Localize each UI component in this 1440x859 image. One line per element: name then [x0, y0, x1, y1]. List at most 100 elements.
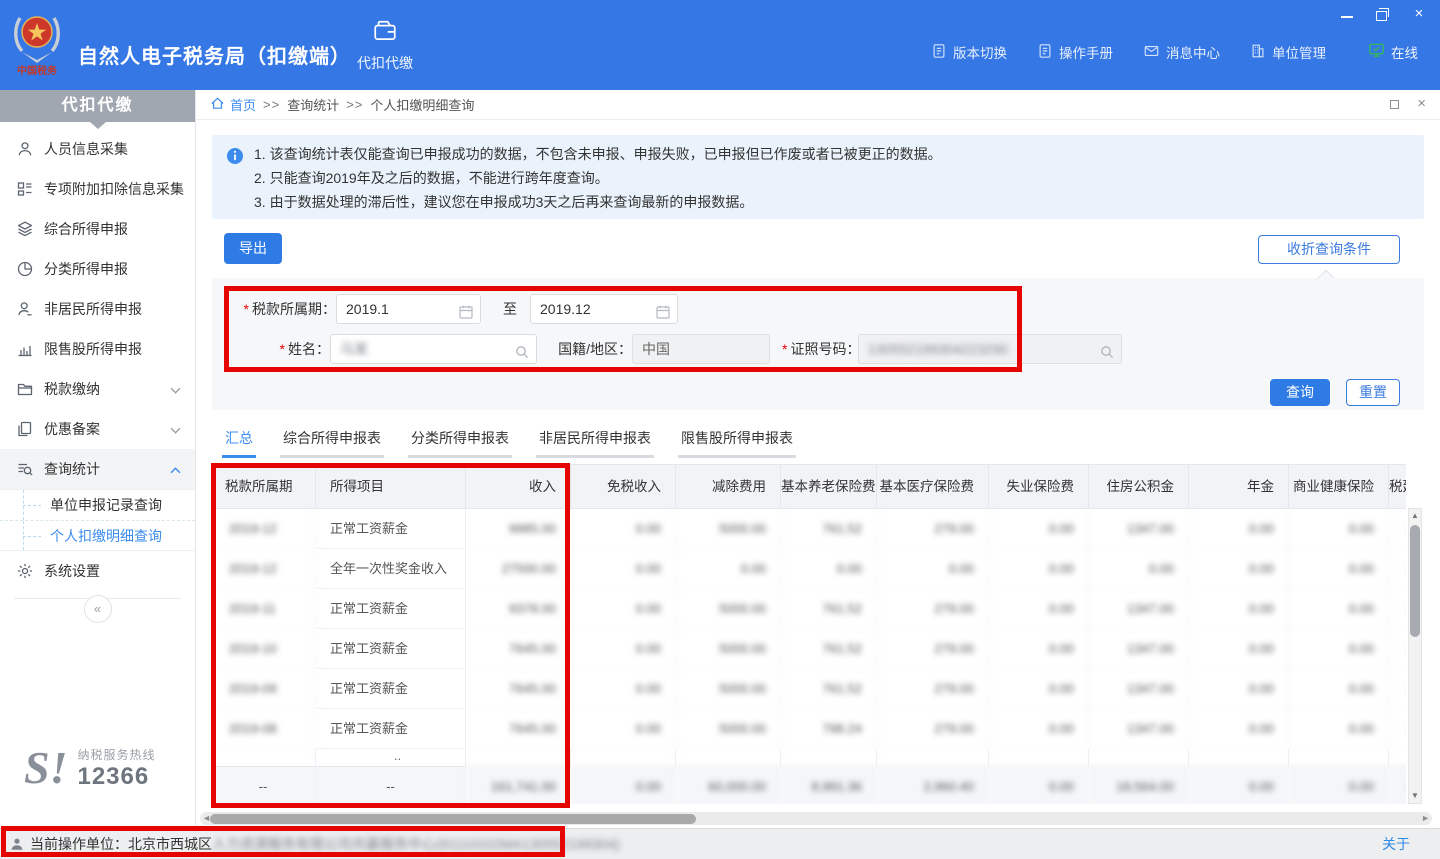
- sidebar-item-3[interactable]: 分类所得申报: [0, 249, 195, 289]
- hotline-glyph: S!: [24, 745, 67, 791]
- table-cell: 279.00: [877, 669, 989, 709]
- table-cell: 761.52: [781, 509, 877, 549]
- sidebar-item-7[interactable]: 优惠备案: [0, 409, 195, 449]
- top-link-2[interactable]: 消息中心: [1143, 42, 1220, 62]
- sidebar-item-0[interactable]: 人员信息采集: [0, 129, 195, 169]
- column-header-5: 基本养老保险费: [781, 465, 877, 508]
- horizontal-scroll-thumb[interactable]: [210, 814, 696, 824]
- horizontal-scrollbar[interactable]: ◄ ►: [200, 812, 1432, 825]
- table-cell: 0.00: [989, 549, 1089, 589]
- sidebar: 代扣代缴 人员信息采集专项附加扣除信息采集综合所得申报分类所得申报非居民所得申报…: [0, 90, 196, 828]
- sidebar-item-2[interactable]: 综合所得申报: [0, 209, 195, 249]
- wallet-icon: [372, 31, 398, 48]
- table-cell: 0.00: [571, 509, 676, 549]
- sidebar-subitem-1[interactable]: 个人扣缴明细查询: [0, 520, 195, 550]
- panel-close-button[interactable]: ×: [1417, 98, 1426, 110]
- table-cell: 1347.00: [1089, 669, 1189, 709]
- sidebar-collapse-button[interactable]: «: [84, 595, 112, 623]
- table-cell: 0.00: [1289, 709, 1389, 749]
- top-link-4[interactable]: 在线: [1368, 42, 1418, 62]
- tab-0[interactable]: 汇总: [222, 422, 256, 458]
- hotline-number: 12366: [77, 763, 155, 791]
- vertical-scrollbar[interactable]: ▲ ▼: [1408, 508, 1422, 804]
- scroll-up-arrow[interactable]: ▲: [1409, 510, 1421, 522]
- window-minimize-button[interactable]: [1340, 8, 1354, 20]
- top-link-0[interactable]: 版本切换: [931, 42, 1007, 62]
- top-link-1[interactable]: 操作手册: [1037, 42, 1113, 62]
- export-button[interactable]: 导出: [224, 233, 282, 264]
- scroll-right-arrow[interactable]: ►: [1421, 812, 1430, 825]
- breadcrumb-home[interactable]: 首页: [210, 95, 256, 114]
- period-end-input[interactable]: 2019.12: [530, 294, 678, 324]
- window-restore-button[interactable]: [1376, 8, 1390, 20]
- about-link[interactable]: 关于: [1382, 834, 1410, 854]
- scroll-down-arrow[interactable]: ▼: [1409, 790, 1421, 802]
- column-header-7: 失业保险费: [989, 465, 1089, 508]
- query-button[interactable]: 查询: [1270, 379, 1330, 406]
- window-close-button[interactable]: ×: [1412, 8, 1426, 20]
- table-cell: 0.00: [1389, 549, 1406, 589]
- table-cell: 9378.00: [466, 589, 571, 629]
- table-cell: 5000.00: [676, 589, 781, 629]
- tab-1[interactable]: 综合所得申报表: [280, 422, 384, 458]
- sidebar-header: 代扣代缴: [0, 90, 195, 122]
- nationality-label: 国籍/地区：: [552, 334, 632, 364]
- name-input[interactable]: 马某: [330, 334, 537, 364]
- vertical-scroll-thumb[interactable]: [1410, 525, 1420, 637]
- top-header: × 中国税务 自然人电子税务局（扣缴端）: [0, 0, 1440, 90]
- name-label: *姓名：: [212, 334, 330, 364]
- module-tab-daikou[interactable]: 代扣代缴: [352, 18, 418, 73]
- table-cell: 2,960.40: [877, 766, 989, 804]
- column-header-0: 税款所属期: [211, 465, 316, 508]
- document-icon: [931, 43, 947, 62]
- table-cell: 60,000.00: [676, 766, 781, 804]
- svg-text:中国税务: 中国税务: [17, 64, 58, 77]
- period-start-input[interactable]: 2019.1: [336, 294, 481, 324]
- tab-2[interactable]: 分类所得申报表: [408, 422, 512, 458]
- sidebar-item-8[interactable]: 查询统计: [0, 449, 195, 489]
- tab-3[interactable]: 非居民所得申报表: [536, 422, 654, 458]
- table-row: 2019-08正常工资薪金7645.000.005000.00798.24279…: [211, 709, 1406, 749]
- breadcrumb-item-query-stats[interactable]: 查询统计: [287, 95, 339, 114]
- current-unit-label: 当前操作单位：北京市西城区: [30, 834, 212, 854]
- table-cell: [676, 749, 781, 766]
- table-cell: 0.00: [571, 766, 676, 804]
- sidebar-item-4[interactable]: 非居民所得申报: [0, 289, 195, 329]
- home-icon: [210, 96, 225, 114]
- user-icon: [10, 837, 24, 851]
- table-cell: --: [316, 766, 466, 804]
- search-icon[interactable]: [514, 341, 530, 369]
- search-icon[interactable]: [1099, 341, 1115, 369]
- table-cell: 0.00: [1289, 509, 1389, 549]
- document-icon: [1037, 43, 1053, 62]
- user-icon: [16, 300, 36, 318]
- table-cell: 27500.00: [466, 549, 571, 589]
- id-number-input[interactable]: 130552199304223290: [858, 334, 1122, 364]
- layers-icon: [16, 220, 36, 238]
- calendar-icon[interactable]: [458, 301, 474, 329]
- panel-maximize-button[interactable]: [1390, 100, 1399, 109]
- table-cell: 正常工资薪金: [316, 669, 466, 709]
- top-link-3[interactable]: 单位管理: [1250, 42, 1326, 62]
- sidebar-subitem-0[interactable]: 单位申报记录查询: [0, 490, 195, 520]
- period-label: *税款所属期：: [212, 294, 336, 324]
- reset-button[interactable]: 重置: [1346, 379, 1400, 406]
- table-row: ----161,741.000.0060,000.008,991.362,960…: [211, 766, 1406, 804]
- table-cell: [211, 749, 316, 766]
- tab-4[interactable]: 限售股所得申报表: [678, 422, 796, 458]
- sidebar-item-5[interactable]: 限售股所得申报: [0, 329, 195, 369]
- tax-emblem-logo: 中国税务: [10, 8, 64, 83]
- calendar-icon[interactable]: [655, 301, 671, 329]
- table-cell: 2019-11: [211, 589, 316, 629]
- collapse-filters-button[interactable]: 收折查询条件: [1258, 235, 1400, 264]
- table-cell: [877, 749, 989, 766]
- notice-line-2: 2. 只能查询2019年及之后的数据，不能进行跨年度查询。: [254, 166, 1408, 190]
- table-cell: 0.00: [1189, 629, 1289, 669]
- breadcrumb: 首页 >> 查询统计 >> 个人扣缴明细查询 ×: [196, 90, 1440, 120]
- sidebar-item-9[interactable]: 系统设置: [0, 551, 195, 591]
- monitor-check-icon: [1368, 42, 1385, 62]
- table-cell: 正常工资薪金: [316, 629, 466, 669]
- column-header-10: 商业健康保险: [1289, 465, 1389, 508]
- sidebar-item-6[interactable]: 税款缴纳: [0, 369, 195, 409]
- sidebar-item-1[interactable]: 专项附加扣除信息采集: [0, 169, 195, 209]
